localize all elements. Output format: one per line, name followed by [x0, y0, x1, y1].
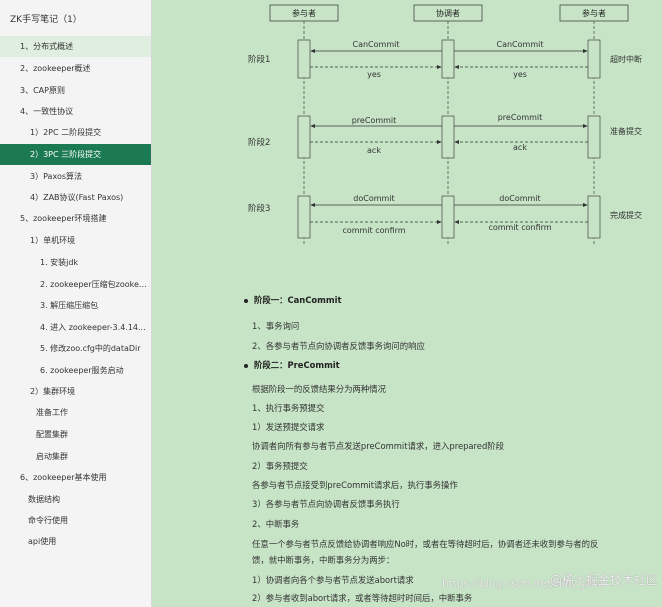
paragraph: 1）发送预提交请求 [252, 422, 325, 432]
toc-item[interactable]: 配置集群 [0, 424, 151, 445]
toc-item[interactable]: 3）Paxos算法 [0, 166, 151, 187]
watermark-brand: @稀土掘金技术社区 [550, 573, 659, 587]
activation-box [297, 39, 311, 79]
paragraph: 2、中断事务 [252, 519, 300, 529]
paragraph: 1、事务询问 [252, 321, 300, 331]
activation-box [587, 195, 601, 239]
activation-box [441, 39, 455, 79]
section-heading: 阶段二：PreCommit [254, 360, 340, 370]
toc-title[interactable]: ZK手写笔记（1） [0, 10, 151, 31]
bullet-dot [244, 364, 248, 368]
bullet-dot [244, 299, 248, 303]
phase-note: 超时中断 [610, 54, 642, 64]
message-request: doCommit [353, 194, 394, 203]
message-response: yes [367, 70, 381, 79]
paragraph: 3）各参与者节点向协调者反馈事务执行 [252, 499, 400, 509]
actor-participant-right-label: 参与者 [582, 8, 606, 18]
paragraph: 协调者向所有参与者节点发送preCommit请求，进入prepared阶段 [252, 441, 505, 451]
paragraph: 各参与者节点接受到preCommit请求后，执行事务操作 [252, 480, 458, 490]
toc-sidebar: ZK手写笔记（1） 1、分布式概述 2、zookeeper概述 3、CAP原则 … [0, 0, 152, 607]
toc-item[interactable]: 2）集群环境 [0, 381, 151, 402]
paragraph: 馈，就中断事务，中断事务分为两步： [252, 555, 395, 565]
toc-item[interactable]: 5、zookeeper环境搭建 [0, 208, 151, 229]
toc-item[interactable]: 3. 解压缩压缩包 [0, 295, 151, 316]
toc-item[interactable]: 启动集群 [0, 446, 151, 467]
toc-item[interactable]: api使用 [0, 531, 151, 552]
actor-participant-left-label: 参与者 [292, 8, 316, 18]
paragraph: 根据阶段一的反馈结果分为两种情况 [252, 384, 386, 394]
toc-item[interactable]: 4）ZAB协议(Fast Paxos) [0, 187, 151, 208]
article-content: 参与者 协调者 参与者 阶段1 CanCommit CanCommit yes … [152, 0, 662, 607]
phase-note: 完成提交 [610, 210, 642, 220]
paragraph: 2）事务预提交 [252, 461, 308, 471]
message-request: preCommit [498, 113, 543, 122]
toc-item[interactable]: 数据结构 [0, 489, 151, 510]
paragraph: 2、各参与者节点向协调者反馈事务询问的响应 [252, 341, 425, 351]
toc-item[interactable]: 命令行使用 [0, 510, 151, 531]
toc-item[interactable]: 1. 安装jdk [0, 252, 151, 273]
paragraph: 任意一个参与者节点反馈给协调者响应No时，或者在等待超时后，协调者还未收到参与者… [252, 539, 599, 549]
message-response: commit confirm [488, 223, 551, 232]
activation-box [441, 115, 455, 159]
paragraph: 2）参与者收到abort请求，或者等待超时时间后，中断事务 [252, 593, 473, 603]
activation-box [587, 39, 601, 79]
toc-item[interactable]: 4. 进入 zookeeper-3.4.14... [0, 317, 151, 338]
paragraph: 1）协调者向各个参与者节点发送abort请求 [252, 575, 414, 585]
paragraph: 1、执行事务预提交 [252, 403, 325, 413]
toc-item[interactable]: 准备工作 [0, 402, 151, 423]
message-response: commit confirm [342, 226, 405, 235]
toc-item[interactable]: 4、一致性协议 [0, 101, 151, 122]
message-response: ack [367, 146, 381, 155]
toc-item[interactable]: 1、分布式概述 [0, 36, 151, 57]
message-request: preCommit [352, 116, 397, 125]
actor-coordinator-label: 协调者 [436, 8, 460, 18]
message-request: CanCommit [497, 40, 544, 49]
activation-box [441, 195, 455, 239]
activation-box [587, 115, 601, 159]
message-request: CanCommit [353, 40, 400, 49]
phase-label: 阶段1 [248, 54, 270, 65]
sequence-diagram: 参与者 协调者 参与者 阶段1 CanCommit CanCommit yes … [248, 4, 642, 245]
activation-box [297, 195, 311, 239]
toc-item[interactable]: 1）单机环境 [0, 230, 151, 251]
toc-item[interactable]: 5. 修改zoo.cfg中的dataDir [0, 338, 151, 359]
toc-item-active[interactable]: 2）3PC 三阶段提交 [0, 144, 151, 165]
activation-box [297, 115, 311, 159]
toc-item[interactable]: 6、zookeeper基本使用 [0, 467, 151, 488]
section-heading: 阶段一：CanCommit [254, 295, 342, 305]
message-response: yes [513, 70, 527, 79]
toc-item[interactable]: 2. zookeeper压缩包zookeep... [0, 274, 151, 295]
message-request: doCommit [499, 194, 540, 203]
toc-item[interactable]: 3、CAP原则 [0, 80, 151, 101]
toc-item[interactable]: 1）2PC 二阶段提交 [0, 122, 151, 143]
phase-label: 阶段3 [248, 203, 270, 214]
toc-item[interactable]: 6. zookeeper服务启动 [0, 360, 151, 381]
message-response: ack [513, 143, 527, 152]
phase-note: 准备提交 [610, 126, 642, 136]
toc-item[interactable]: 2、zookeeper概述 [0, 58, 151, 79]
phase-label: 阶段2 [248, 137, 270, 148]
